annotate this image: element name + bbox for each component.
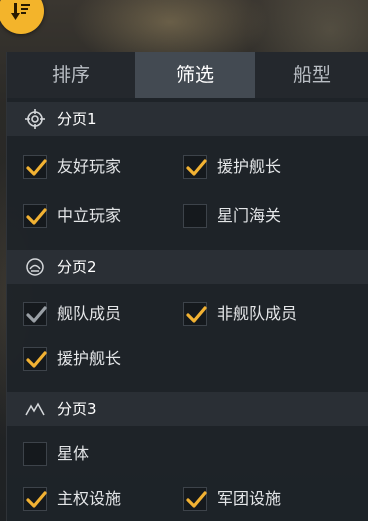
option-label: 军团设施	[217, 489, 282, 508]
checkbox[interactable]	[183, 487, 207, 511]
mountain-icon	[25, 402, 45, 416]
option-label: 星门海关	[217, 206, 282, 225]
checkbox[interactable]	[23, 487, 47, 511]
section-header-3: 分页3	[7, 392, 368, 426]
option-label: 援护舰长	[217, 157, 282, 176]
option-label: 星体	[57, 444, 90, 463]
checkbox[interactable]	[183, 302, 207, 326]
section-header-1: 分页1	[7, 102, 368, 136]
checkmark-icon	[186, 306, 207, 323]
checkbox[interactable]	[183, 204, 207, 228]
checkmark-icon	[26, 306, 47, 323]
tab-ship-type[interactable]: 船型	[255, 52, 368, 98]
option-label: 友好玩家	[57, 157, 122, 176]
crosshair-icon	[25, 109, 45, 129]
checkmark-icon	[186, 159, 207, 176]
section-title: 分页2	[57, 258, 97, 276]
option-label: 非舰队成员	[217, 304, 298, 323]
option-label: 援护舰长	[57, 349, 122, 368]
checkmark-icon	[26, 159, 47, 176]
tab-filter[interactable]: 筛选	[135, 52, 255, 98]
checkbox[interactable]	[23, 155, 47, 179]
option-label: 中立玩家	[57, 206, 122, 225]
section-title: 分页3	[57, 400, 97, 418]
checkmark-icon	[26, 208, 47, 225]
section-title: 分页1	[57, 110, 97, 128]
checkmark-icon	[186, 491, 207, 508]
option-label: 舰队成员	[57, 304, 122, 323]
checkbox[interactable]	[23, 204, 47, 228]
sort-descending-icon	[11, 3, 30, 20]
checkbox[interactable]	[23, 302, 47, 326]
section-header-2: 分页2	[7, 250, 368, 284]
checkbox[interactable]	[23, 442, 47, 466]
checkbox[interactable]	[23, 347, 47, 371]
tab-bar: 排序 筛选 船型	[7, 52, 368, 98]
checkmark-icon	[26, 491, 47, 508]
filter-panel: 排序 筛选 船型 分页1 友好玩家 援护舰长 中立玩家 星门海关 分页2 舰队成…	[6, 52, 368, 521]
fleet-emblem-icon	[26, 258, 44, 276]
option-label: 主权设施	[57, 489, 122, 508]
checkmark-icon	[26, 351, 47, 368]
checkbox[interactable]	[183, 155, 207, 179]
tab-sort[interactable]: 排序	[7, 52, 135, 98]
